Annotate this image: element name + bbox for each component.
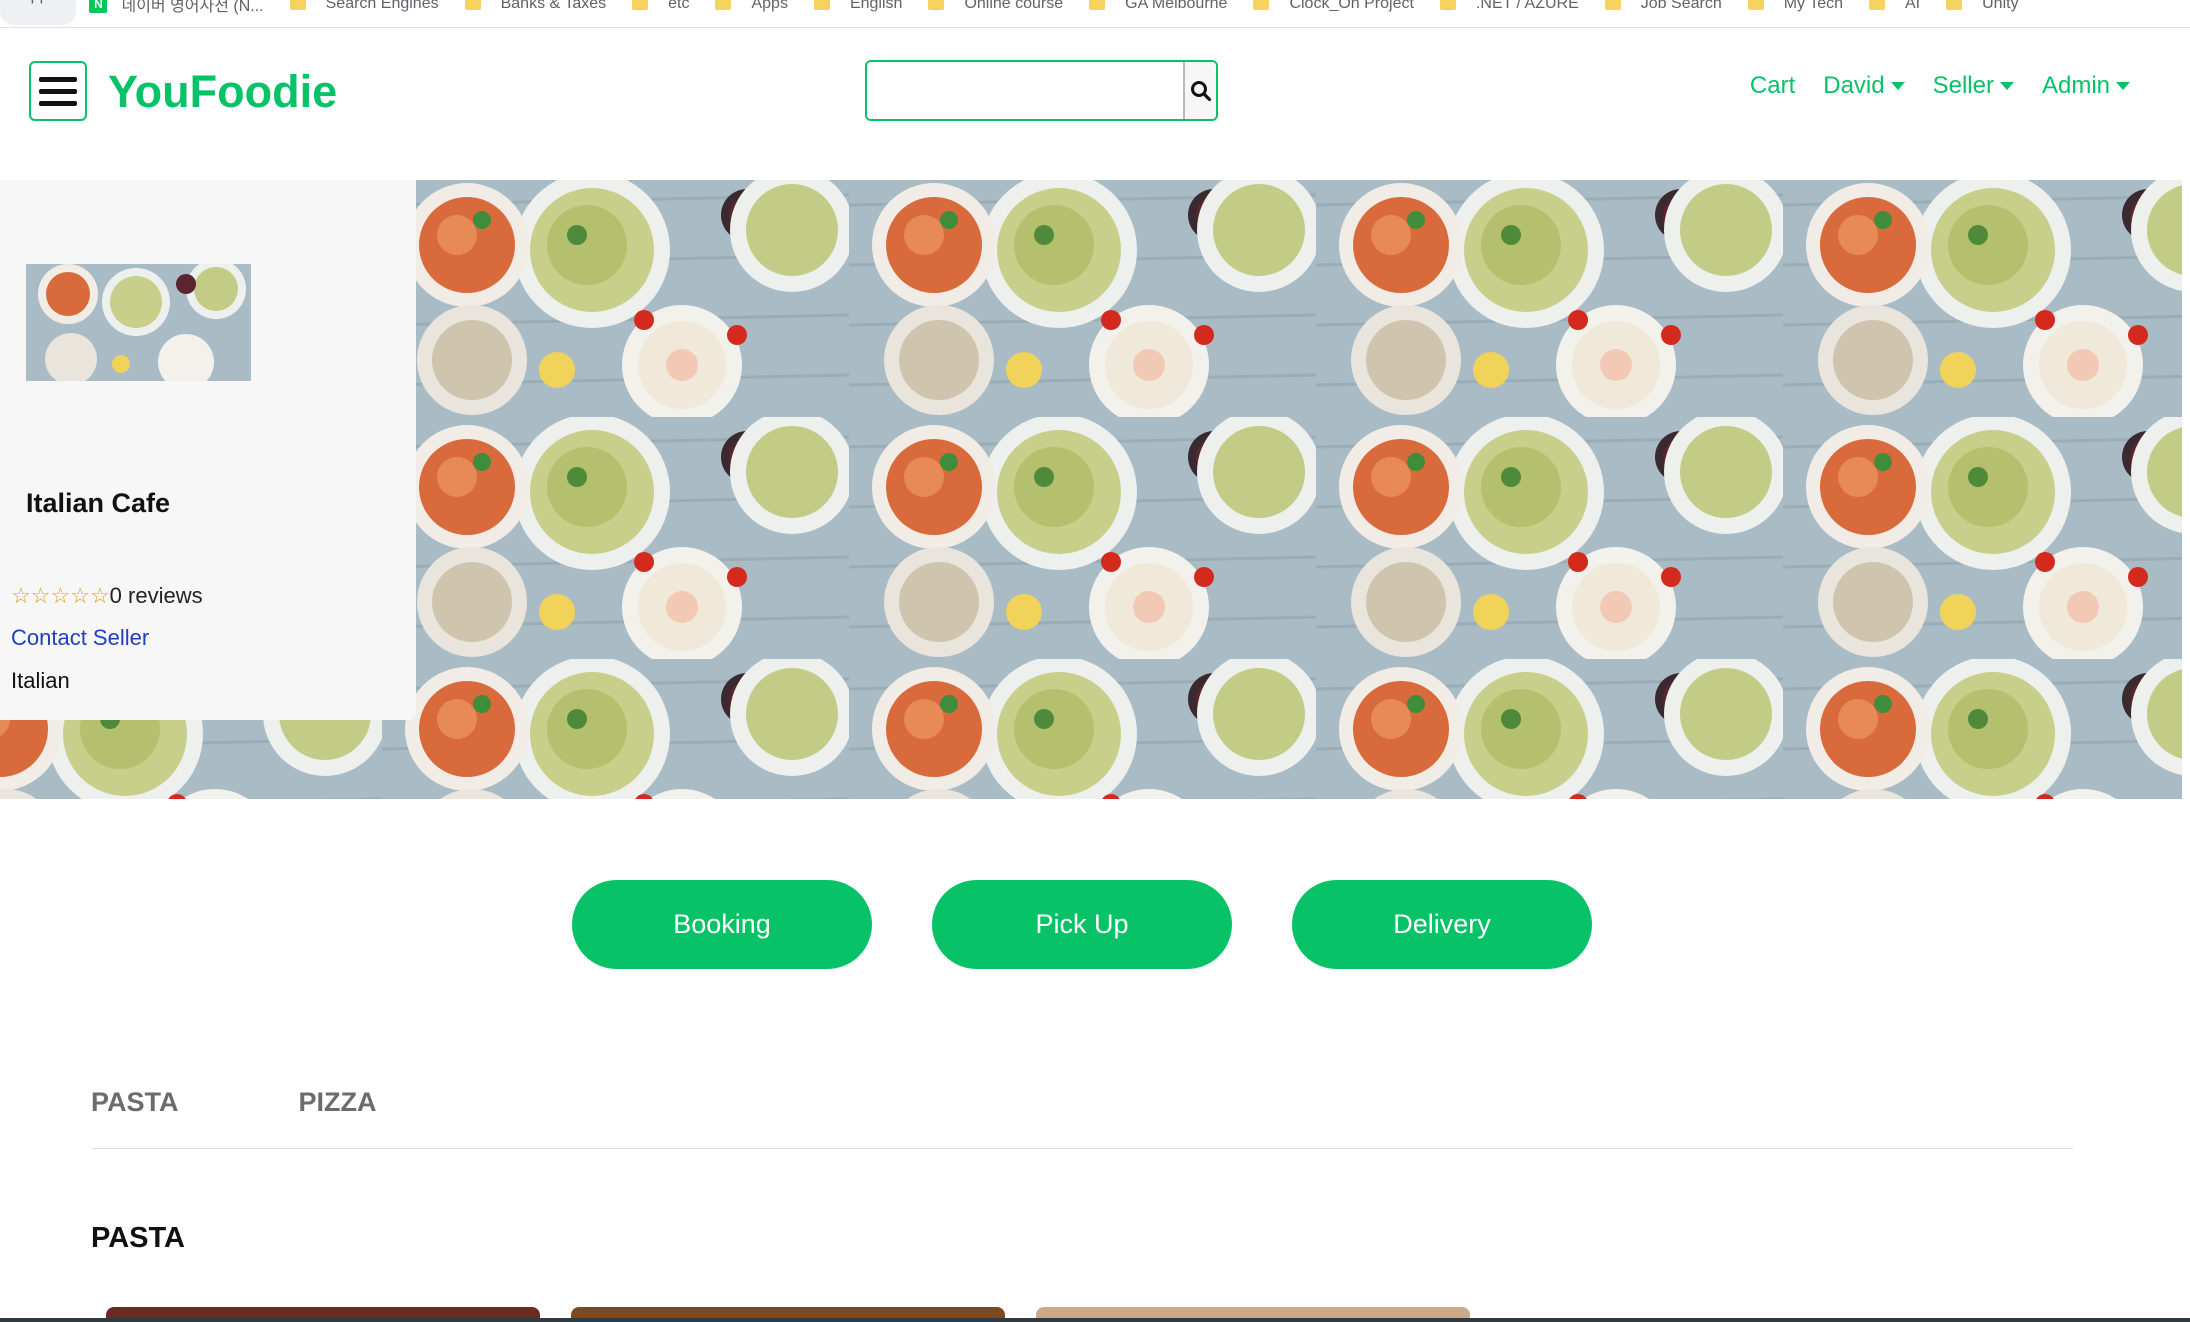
menu-icon-line — [39, 100, 77, 106]
search-bar — [865, 60, 1218, 121]
nav-user-label: David — [1823, 72, 1885, 99]
caret-down-icon — [2116, 82, 2130, 90]
bookmark-label: 네이버 영어사전 (N... — [121, 0, 264, 15]
nav-seller-label: Seller — [1932, 72, 1994, 99]
star-outline-icon: ☆ — [70, 583, 90, 608]
menu-icon-line — [39, 76, 77, 82]
bookmarks-bar: Apps N 네이버 영어사전 (N... Search Engines Banks &… — [0, 0, 2190, 28]
reviews-count: 0 reviews — [109, 583, 203, 608]
search-icon — [1190, 80, 1211, 101]
search-button[interactable] — [1183, 62, 1216, 119]
restaurant-name: Italian Cafe — [26, 488, 171, 518]
bookmark-item[interactable]: Banks & Taxes — [452, 0, 620, 18]
star-outline-icon: ☆ — [89, 583, 110, 608]
order-options: Booking Pick Up Delivery — [572, 880, 1592, 969]
nav-cart-link[interactable]: Cart — [1750, 72, 1795, 100]
folder-icon — [1946, 0, 1963, 10]
bookmark-item[interactable]: GA Melbourne — [1076, 0, 1240, 18]
bookmark-label: Search Engines — [325, 0, 439, 12]
tab-pasta[interactable]: PASTA — [91, 1085, 179, 1148]
bookmark-label: Online course — [964, 0, 1064, 12]
contact-seller-link[interactable]: Contact Seller — [11, 625, 149, 651]
bookmark-label: Clock_On Project — [1289, 0, 1414, 12]
caret-down-icon — [1999, 82, 2014, 90]
folder-icon — [1439, 0, 1456, 10]
star-outline-icon: ☆ — [30, 583, 51, 608]
bookmark-label: etc — [668, 0, 690, 12]
bookmark-label: Apps — [751, 0, 788, 12]
menu-category-tabs: PASTA PIZZA — [91, 1085, 2073, 1149]
folder-icon — [1089, 0, 1106, 10]
bookmark-label: Job Search — [1640, 0, 1722, 12]
bookmark-label: GA Melbourne — [1125, 0, 1228, 12]
folder-icon — [1747, 0, 1764, 10]
menu-icon-line — [39, 88, 77, 94]
bookmark-item[interactable]: Clock_On Project — [1240, 0, 1427, 18]
bookmark-item[interactable]: Apps — [0, 0, 77, 25]
hero-banner: Italian Cafe ☆ ☆ ☆ ☆ ☆ 0 reviews Contact… — [0, 180, 2182, 799]
site-header: YouFoodie Cart David Seller Admin — [0, 28, 2190, 178]
bookmark-label: AI — [1905, 0, 1921, 12]
bookmark-item[interactable]: etc — [619, 0, 702, 18]
naver-icon: N — [89, 0, 108, 13]
folder-icon — [1253, 0, 1270, 10]
bookmark-item[interactable]: Online course — [915, 0, 1076, 18]
bookmark-item[interactable]: AI — [1856, 0, 1933, 18]
folder-icon — [813, 0, 830, 10]
folder-icon — [289, 0, 306, 10]
pickup-button[interactable]: Pick Up — [932, 880, 1232, 969]
bookmark-item[interactable]: .NET / AZURE — [1427, 0, 1592, 18]
bookmark-item[interactable]: Unity — [1933, 0, 2031, 18]
bookmark-item[interactable]: English — [801, 0, 915, 18]
bookmark-label: .NET / AZURE — [1475, 0, 1579, 12]
folder-icon — [632, 0, 649, 10]
folder-icon — [1869, 0, 1885, 10]
hamburger-menu-button[interactable] — [29, 61, 87, 121]
bookmark-label: Apps — [20, 0, 56, 5]
nav-user-dropdown[interactable]: David — [1823, 72, 1905, 100]
restaurant-thumbnail — [26, 264, 251, 381]
site-logo[interactable]: YouFoodie — [108, 62, 337, 122]
bookmark-item[interactable]: Search Engines — [277, 0, 452, 18]
star-outline-icon: ☆ — [11, 583, 31, 608]
folder-icon — [1604, 0, 1621, 10]
folder-icon — [715, 0, 732, 10]
caret-down-icon — [1890, 82, 1905, 90]
main-nav: Cart David Seller Admin — [1750, 72, 2130, 100]
bookmark-item[interactable]: N 네이버 영어사전 (N... — [76, 0, 276, 18]
bookmark-item[interactable]: Apps — [702, 0, 800, 18]
search-input[interactable] — [867, 62, 1183, 119]
rating-summary[interactable]: ☆ ☆ ☆ ☆ ☆ 0 reviews — [11, 583, 203, 609]
folder-icon — [464, 0, 481, 10]
bookmark-label: My Tech — [1783, 0, 1843, 12]
bookmark-item[interactable]: Job Search — [1592, 0, 1735, 18]
tab-pizza[interactable]: PIZZA — [299, 1085, 377, 1148]
pasta-thumbnail-image — [26, 264, 251, 381]
nav-admin-dropdown[interactable]: Admin — [2042, 72, 2130, 100]
bookmark-label: English — [849, 0, 903, 12]
bookmark-item[interactable]: My Tech — [1735, 0, 1856, 18]
nav-seller-dropdown[interactable]: Seller — [1933, 72, 2014, 100]
nav-admin-label: Admin — [2041, 72, 2110, 99]
delivery-button[interactable]: Delivery — [1292, 880, 1592, 969]
window-bottom-edge — [0, 1318, 2190, 1322]
nav-cart-label: Cart — [1749, 72, 1796, 99]
star-outline-icon: ☆ — [50, 583, 71, 608]
bookmark-label: Unity — [1982, 0, 2019, 12]
booking-button[interactable]: Booking — [572, 880, 872, 969]
cuisine-label: Italian — [11, 668, 70, 693]
bookmark-label: Banks & Taxes — [500, 0, 607, 12]
section-title: PASTA — [91, 1222, 185, 1254]
restaurant-info-card: Italian Cafe ☆ ☆ ☆ ☆ ☆ 0 reviews Contact… — [0, 180, 416, 720]
folder-icon — [928, 0, 945, 10]
